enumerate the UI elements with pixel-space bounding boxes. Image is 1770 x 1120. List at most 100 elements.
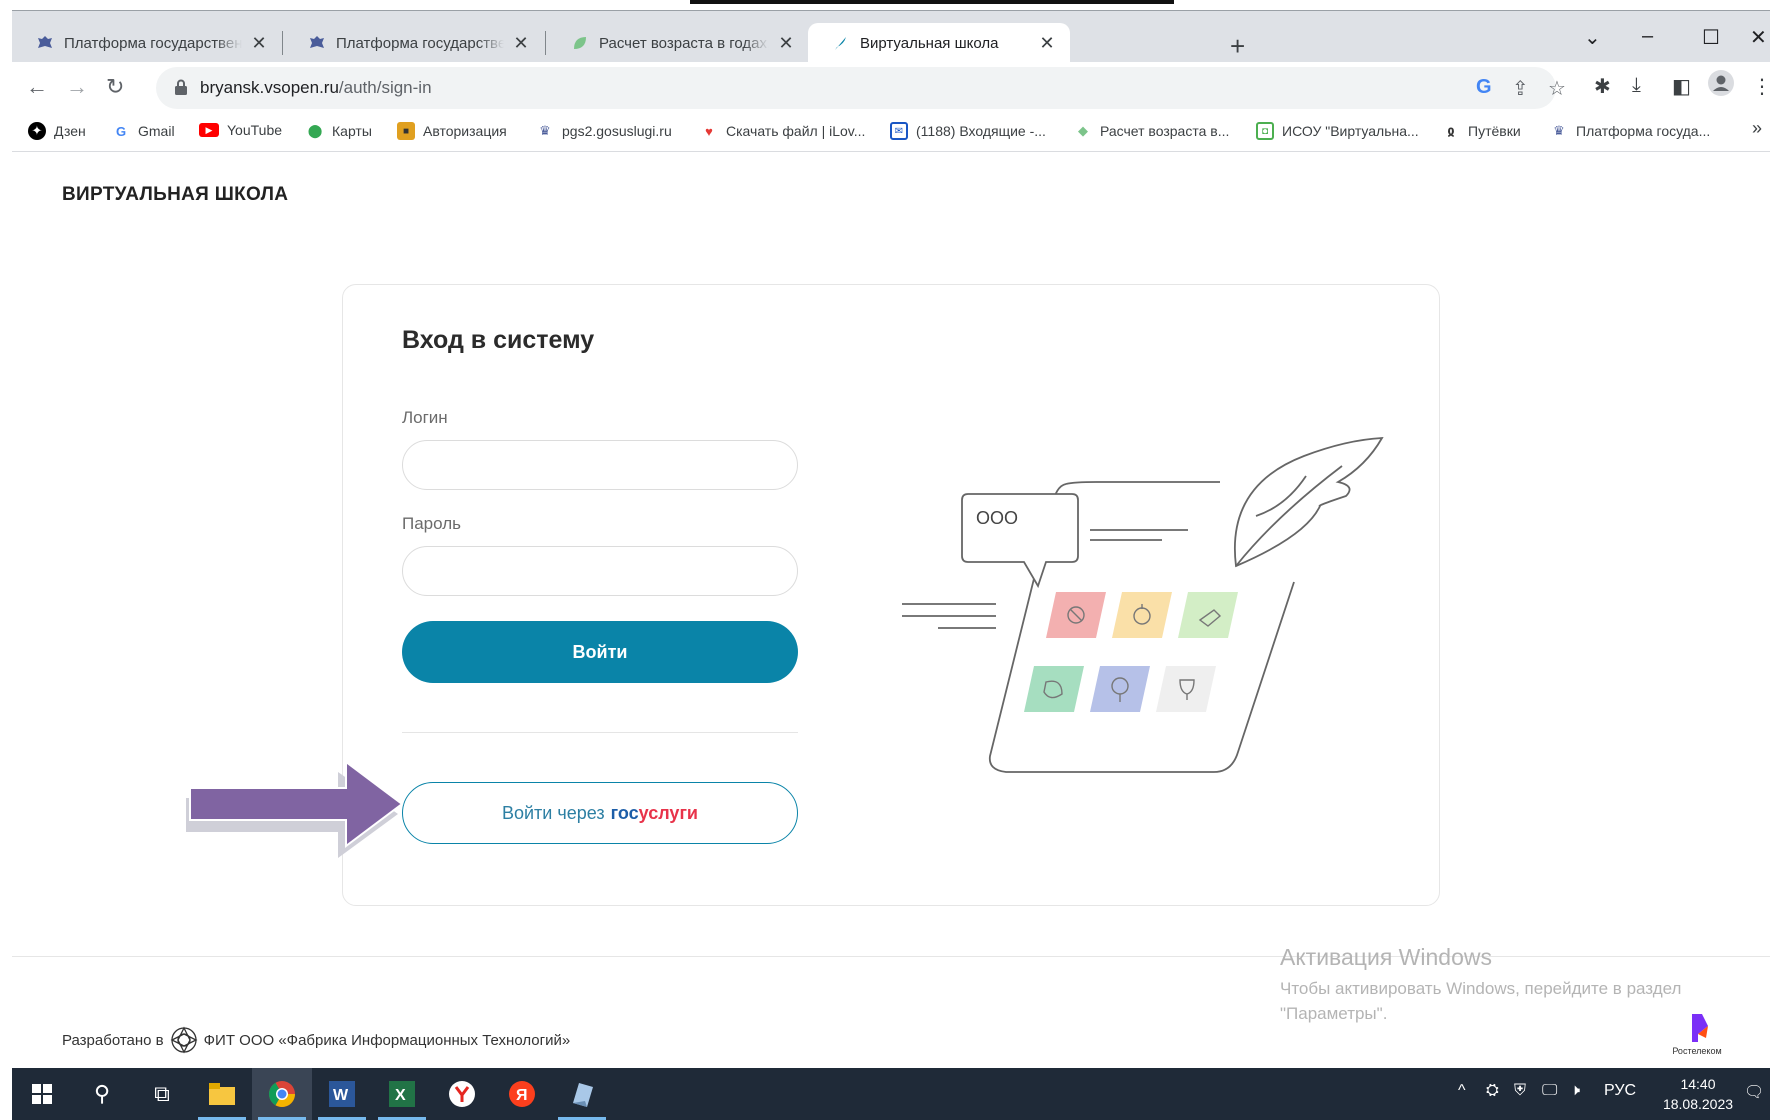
- gosuslugi-login-button[interactable]: Войти через гос услуги: [402, 782, 798, 844]
- rostelecom-label: Ростелеком: [1672, 1046, 1722, 1056]
- back-arrow-icon[interactable]: ←: [26, 74, 48, 100]
- bookmark-age-calc[interactable]: ◆ Расчет возраста в...: [1074, 122, 1229, 140]
- svg-text:X: X: [395, 1087, 406, 1104]
- bookmark-ilovepdf[interactable]: ♥ Скачать файл | iLov...: [700, 122, 865, 140]
- yandex-icon[interactable]: Я: [492, 1068, 552, 1120]
- address-bar[interactable]: bryansk.vsopen.ru/auth/sign-in G ⇪ ☆: [156, 67, 1566, 109]
- download-icon[interactable]: ⤓: [1632, 74, 1641, 97]
- url-path: /auth/sign-in: [338, 78, 432, 97]
- minimize-icon[interactable]: –: [1642, 25, 1653, 48]
- window-close-icon[interactable]: ✕: [1750, 25, 1767, 50]
- tab-title: Платформа государственных сервисов: [336, 34, 504, 52]
- gosuslugi-logo-gos: гос: [610, 802, 639, 823]
- tab-strip: Платформа государственных сервисов ✕ Пла…: [12, 10, 1770, 63]
- password-label: Пароль: [402, 514, 461, 533]
- close-icon[interactable]: ✕: [1038, 33, 1056, 54]
- tray-expand-chevron-icon[interactable]: ^: [1458, 1082, 1466, 1100]
- kebab-menu-icon[interactable]: ⋮: [1752, 74, 1770, 99]
- yandex-browser-icon[interactable]: [432, 1068, 492, 1120]
- lock-icon: [175, 79, 187, 95]
- eagle-icon: ♛: [539, 123, 551, 138]
- share-icon[interactable]: ⇪: [1512, 76, 1529, 101]
- bookmark-gos-platform[interactable]: ♛ Платформа госуда...: [1550, 122, 1710, 140]
- divider: [402, 732, 798, 733]
- login-input[interactable]: [402, 440, 798, 490]
- isou-icon: ◘: [1256, 122, 1274, 140]
- site-brand[interactable]: ВИРТУАЛЬНАЯ ШКОЛА: [62, 184, 288, 206]
- search-icon[interactable]: ⚲: [72, 1068, 132, 1120]
- word-icon[interactable]: W: [312, 1068, 372, 1120]
- bookmark-pgs2[interactable]: ♛ pgs2.gosuslugi.ru: [536, 122, 672, 140]
- bookmark-youtube[interactable]: ▶ YouTube: [199, 122, 282, 138]
- system-clock[interactable]: 14:40 18.08.2023: [1658, 1074, 1738, 1114]
- task-view-icon[interactable]: ⧉: [132, 1068, 192, 1120]
- tab-search-chevron-icon[interactable]: ⌄: [1584, 25, 1601, 50]
- fit-logo-icon[interactable]: [170, 1026, 198, 1054]
- tab-age-calculator[interactable]: Расчет возраста в годах, месяцах и днях …: [547, 23, 809, 63]
- forward-arrow-icon[interactable]: →: [66, 74, 88, 100]
- leaf-icon: ◆: [1078, 123, 1088, 138]
- close-icon[interactable]: ✕: [777, 33, 795, 54]
- extensions-puzzle-icon[interactable]: ✱: [1594, 74, 1611, 99]
- tab-title: Платформа государственных сервисов: [64, 34, 242, 52]
- close-icon[interactable]: ✕: [250, 33, 268, 54]
- login-button[interactable]: Войти: [402, 621, 798, 683]
- windows-start-icon[interactable]: [12, 1068, 72, 1120]
- url-text[interactable]: bryansk.vsopen.ru/auth/sign-in: [200, 78, 432, 98]
- maps-pin-icon: ⬤: [307, 123, 323, 138]
- bookmark-label: Расчет возраста в...: [1100, 123, 1230, 139]
- tab-virtual-school[interactable]: Виртуальная школа ✕: [808, 23, 1070, 63]
- notifications-icon[interactable]: 🗨: [1744, 1082, 1764, 1102]
- network-icon[interactable]: 🖵: [1542, 1082, 1557, 1100]
- close-icon[interactable]: ✕: [512, 33, 530, 54]
- windows-activation-title: Активация Windows: [1280, 944, 1492, 970]
- notepad-app-icon[interactable]: [552, 1068, 612, 1120]
- clock-time: 14:40: [1680, 1076, 1716, 1092]
- bookmark-label: Путёвки: [1468, 123, 1521, 139]
- svg-text:W: W: [333, 1087, 349, 1104]
- tab-title: Виртуальная школа: [860, 34, 999, 52]
- bookmark-maps[interactable]: ⬤ Карты: [306, 122, 372, 140]
- eagle-icon: ♛: [1553, 123, 1565, 138]
- screen: Платформа государственных сервисов ✕ Пла…: [0, 0, 1770, 1120]
- bookmark-authorization[interactable]: ■ Авторизация: [397, 122, 507, 140]
- bookmark-label: Авторизация: [423, 123, 507, 139]
- tab-gos-platform-2[interactable]: Платформа государственных сервисов ✕: [284, 23, 544, 63]
- new-tab-button[interactable]: +: [1230, 33, 1245, 59]
- bookmark-gmail[interactable]: G Gmail: [112, 122, 175, 140]
- bookmark-label: (1188) Входящие -...: [916, 123, 1046, 139]
- profile-avatar-icon[interactable]: [1708, 70, 1734, 102]
- volume-muted-icon[interactable]: 🕨: [1570, 1082, 1580, 1100]
- maximize-icon[interactable]: ☐: [1702, 25, 1720, 50]
- google-icon: G: [115, 123, 127, 139]
- tab-title: Расчет возраста в годах, месяцах и днях: [599, 34, 769, 52]
- google-translate-icon[interactable]: G: [1476, 76, 1492, 99]
- authorization-icon: ■: [397, 122, 415, 140]
- bookmark-isou[interactable]: ◘ ИСОУ "Виртуальна...: [1256, 122, 1419, 140]
- bookmark-dzen[interactable]: ✦ Дзен: [28, 122, 86, 140]
- language-indicator[interactable]: РУС: [1604, 1082, 1636, 1100]
- rostelecom-logo[interactable]: Ростелеком: [1668, 1012, 1726, 1056]
- tab-gos-platform-1[interactable]: Платформа государственных сервисов ✕: [12, 23, 282, 63]
- security-shield-icon[interactable]: ⛨: [1514, 1082, 1526, 1100]
- tickets-icon: ჲ: [1447, 123, 1455, 138]
- tray-app-icon[interactable]: ⛭: [1486, 1082, 1499, 1100]
- developer-company[interactable]: ФИТ ООО «Фабрика Информационных Технолог…: [204, 1032, 571, 1049]
- bookmark-star-icon[interactable]: ☆: [1548, 76, 1566, 101]
- annotation-arrow-icon: [186, 760, 404, 858]
- bookmark-label: Дзен: [54, 123, 86, 139]
- password-input[interactable]: [402, 546, 798, 596]
- bookmark-putevki[interactable]: ჲ Путёвки: [1442, 122, 1521, 140]
- excel-icon[interactable]: X: [372, 1068, 432, 1120]
- tab-separator: [545, 31, 546, 55]
- reload-icon[interactable]: ↻: [106, 74, 124, 100]
- login-title: Вход в систему: [402, 326, 595, 354]
- bookmark-label: pgs2.gosuslugi.ru: [562, 123, 672, 139]
- developed-by-label: Разработано в: [62, 1031, 164, 1049]
- side-panel-icon[interactable]: ◧: [1672, 74, 1691, 99]
- developer-credit: Разработано в ФИТ ООО «Фабрика Информаци…: [62, 1026, 570, 1054]
- chrome-icon[interactable]: [252, 1068, 312, 1120]
- bookmarks-overflow-button[interactable]: »: [1752, 118, 1762, 139]
- file-explorer-icon[interactable]: [192, 1068, 252, 1120]
- bookmark-inbox[interactable]: ✉ (1188) Входящие -...: [890, 122, 1046, 140]
